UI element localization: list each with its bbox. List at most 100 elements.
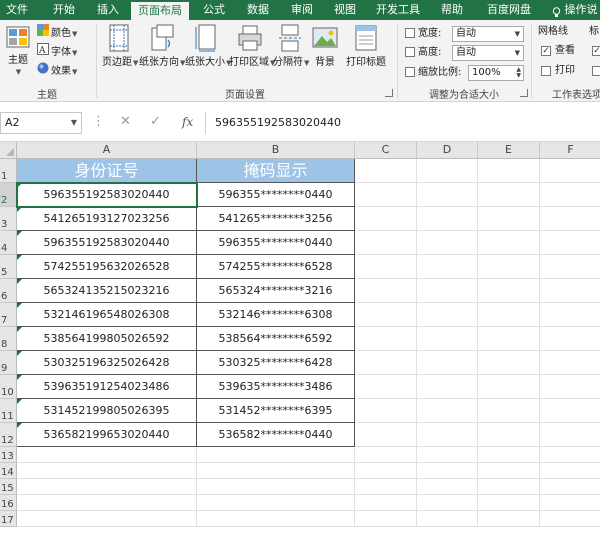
id-number-cell[interactable]: 531452199805026395 (17, 399, 197, 423)
scale-dialog-launcher-icon[interactable] (520, 89, 528, 97)
cell-d16[interactable] (417, 495, 478, 511)
cell-f9[interactable] (540, 351, 600, 375)
cell-e10[interactable] (478, 375, 540, 399)
cell-f14[interactable] (540, 463, 600, 479)
column-header-e[interactable]: E (478, 142, 540, 159)
column-header-c[interactable]: C (355, 142, 417, 159)
cell-d2[interactable] (417, 183, 478, 207)
cell-c7[interactable] (355, 303, 417, 327)
tab-home[interactable]: 开始 (44, 0, 84, 20)
id-number-cell[interactable]: 596355192583020440 (17, 183, 197, 207)
cell-c2[interactable] (355, 183, 417, 207)
cell-d15[interactable] (417, 479, 478, 495)
cell-e1[interactable] (478, 159, 540, 183)
theme-colors-button[interactable]: 颜色▼ (37, 24, 77, 40)
cell-c16[interactable] (355, 495, 417, 511)
theme-fonts-button[interactable]: A 字体▼ (37, 43, 77, 59)
row-header-9[interactable]: 9 (0, 351, 17, 375)
cell-a16[interactable] (17, 495, 197, 511)
cell-d6[interactable] (417, 279, 478, 303)
row-header-12[interactable]: 12 (0, 423, 17, 447)
gridlines-print-checkbox[interactable] (541, 66, 551, 76)
cell-c8[interactable] (355, 327, 417, 351)
row-header-2[interactable]: 2 (0, 183, 17, 207)
cell-f5[interactable] (540, 255, 600, 279)
cell-c4[interactable] (355, 231, 417, 255)
row-header-11[interactable]: 11 (0, 399, 17, 423)
cell-e17[interactable] (478, 511, 540, 527)
theme-effects-button[interactable]: 效果▼ (37, 62, 77, 78)
masked-id-cell[interactable]: 574255********6528 (197, 255, 355, 279)
cell-e2[interactable] (478, 183, 540, 207)
column-header-a[interactable]: A (17, 142, 197, 159)
cell-b14[interactable] (197, 463, 355, 479)
row-header-10[interactable]: 10 (0, 375, 17, 399)
row-header-13[interactable]: 13 (0, 447, 17, 463)
cell-d1[interactable] (417, 159, 478, 183)
id-number-cell[interactable]: 539635191254023486 (17, 375, 197, 399)
cell-f10[interactable] (540, 375, 600, 399)
cell-b13[interactable] (197, 447, 355, 463)
table-header-cell[interactable]: 身份证号 (17, 159, 197, 183)
id-number-cell[interactable]: 538564199805026592 (17, 327, 197, 351)
cell-d5[interactable] (417, 255, 478, 279)
tab-view[interactable]: 视图 (325, 0, 365, 20)
width-select[interactable]: 自动 ▼ (452, 26, 524, 42)
row-header-3[interactable]: 3 (0, 207, 17, 231)
cell-c13[interactable] (355, 447, 417, 463)
cell-c1[interactable] (355, 159, 417, 183)
cell-a17[interactable] (17, 511, 197, 527)
cell-c6[interactable] (355, 279, 417, 303)
masked-id-cell[interactable]: 532146********6308 (197, 303, 355, 327)
cell-e14[interactable] (478, 463, 540, 479)
cell-d12[interactable] (417, 423, 478, 447)
themes-button[interactable]: 主题 ▼ (3, 24, 33, 77)
cell-d10[interactable] (417, 375, 478, 399)
cell-f17[interactable] (540, 511, 600, 527)
cell-a15[interactable] (17, 479, 197, 495)
cell-a14[interactable] (17, 463, 197, 479)
id-number-cell[interactable]: 565324135215023216 (17, 279, 197, 303)
cell-f1[interactable] (540, 159, 600, 183)
cell-e5[interactable] (478, 255, 540, 279)
id-number-cell[interactable]: 541265193127023256 (17, 207, 197, 231)
cell-d3[interactable] (417, 207, 478, 231)
tab-developer[interactable]: 开发工具 (370, 0, 426, 20)
table-header-cell[interactable]: 掩码显示 (197, 159, 355, 183)
print-area-button[interactable]: 打印区域▼ (229, 24, 275, 68)
id-number-cell[interactable]: 532146196548026308 (17, 303, 197, 327)
cell-e7[interactable] (478, 303, 540, 327)
cell-d14[interactable] (417, 463, 478, 479)
masked-id-cell[interactable]: 530325********6428 (197, 351, 355, 375)
print-titles-button[interactable]: 打印标题 (343, 24, 389, 68)
masked-id-cell[interactable]: 541265********3256 (197, 207, 355, 231)
headings-print-checkbox[interactable] (592, 66, 600, 76)
cell-b17[interactable] (197, 511, 355, 527)
cell-d8[interactable] (417, 327, 478, 351)
tab-page-layout[interactable]: 页面布局 (131, 0, 189, 20)
name-box[interactable]: A2 ▼ (0, 112, 82, 134)
breaks-button[interactable]: 分隔符▼ (273, 24, 309, 68)
tell-me-search[interactable]: 操作说 (552, 0, 598, 20)
cell-f7[interactable] (540, 303, 600, 327)
cell-f6[interactable] (540, 279, 600, 303)
masked-id-cell[interactable]: 531452********6395 (197, 399, 355, 423)
cell-e11[interactable] (478, 399, 540, 423)
tab-help[interactable]: 帮助 (432, 0, 472, 20)
size-button[interactable]: 纸张大小▼ (185, 24, 231, 68)
row-header-7[interactable]: 7 (0, 303, 17, 327)
row-header-16[interactable]: 16 (0, 495, 17, 511)
cell-d7[interactable] (417, 303, 478, 327)
row-header-4[interactable]: 4 (0, 231, 17, 255)
cell-d4[interactable] (417, 231, 478, 255)
cell-a13[interactable] (17, 447, 197, 463)
row-header-1[interactable]: 1 (0, 159, 17, 183)
cell-c5[interactable] (355, 255, 417, 279)
masked-id-cell[interactable]: 596355********0440 (197, 231, 355, 255)
scale-spinner[interactable]: 100% ▲ ▼ (468, 65, 524, 81)
cell-e12[interactable] (478, 423, 540, 447)
cell-f2[interactable] (540, 183, 600, 207)
orientation-button[interactable]: 纸张方向▼ (139, 24, 185, 68)
gridlines-view-checkbox[interactable]: ✓ (541, 46, 551, 56)
cell-e6[interactable] (478, 279, 540, 303)
